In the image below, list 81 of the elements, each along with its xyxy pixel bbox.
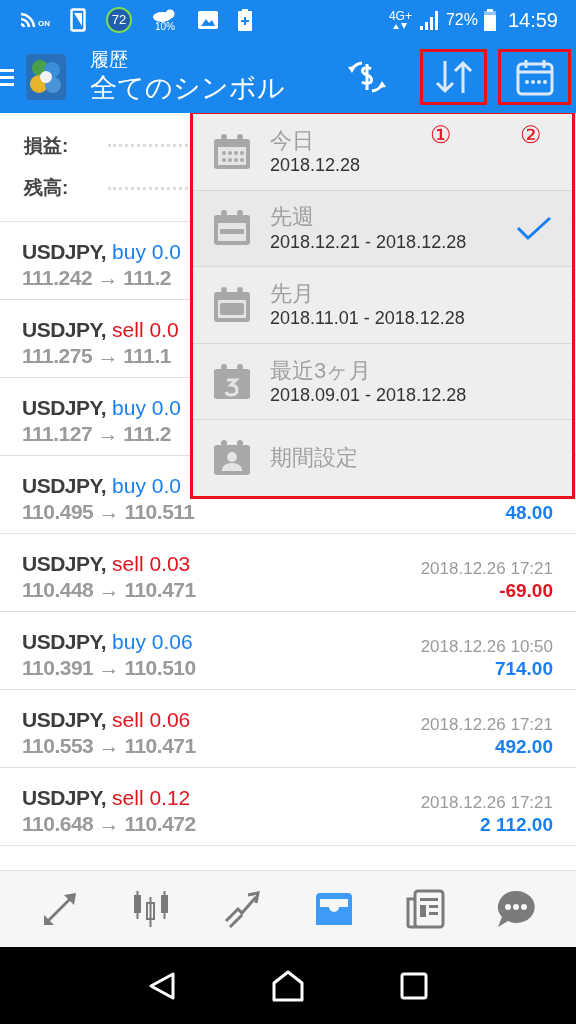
battery-icon [483,9,496,31]
price-range: 111.275 → 111.1 [22,342,172,369]
price-range: 110.448 → 110.471 [22,576,196,603]
battery-charging-icon [238,9,252,31]
battery-percent: 72% [445,10,478,30]
trend-arrow-icon[interactable] [222,889,263,929]
trade-side: sell 0.03 [112,550,191,577]
trade-symbol: USDJPY, [22,472,107,499]
clock: 14:59 [507,8,558,33]
price-range: 110.648 → 110.472 [22,810,196,837]
check-icon [516,215,552,242]
trade-symbol: USDJPY, [22,394,107,421]
network-type: 4G+ [388,10,412,22]
candlestick-icon[interactable] [131,889,171,929]
period-label: 期間設定 [270,444,358,472]
trade-time: 2018.12.26 10:50 [420,636,553,658]
screen-title: 全てのシンボル [90,71,285,105]
trade-profit: -69.00 [499,579,553,603]
signal-icon [417,10,440,30]
newspaper-icon[interactable] [404,889,445,929]
phone-icon [70,8,86,32]
home-icon[interactable] [272,969,304,1002]
period-range: 2018.12.28 [270,154,361,177]
trade-side: buy 0.0 [112,472,181,499]
price-range: 111.127 → 111.2 [22,420,172,447]
period-label: 今日 [270,126,315,155]
level-badge: 72 [106,7,132,33]
sort-button[interactable] [420,48,487,105]
summary-label: 残高: [24,176,70,200]
trade-profit: 48.00 [505,501,553,525]
period-range: 2018.12.21 - 2018.12.28 [270,230,467,254]
period-label: 先月 [270,280,315,308]
nfc-icon [18,10,38,30]
price-range: 110.495 → 110.511 [22,498,195,525]
menu-icon [0,67,14,86]
trade-time: 2018.12.26 17:21 [420,792,553,814]
recents-icon[interactable] [400,971,428,1000]
summary-label: 損益: [24,133,70,158]
menu-item[interactable]: 先週 2018.12.21 - 2018.12.28 [193,190,572,268]
trade-side: buy 0.06 [112,628,193,655]
trade-symbol: USDJPY, [22,706,107,733]
trade-symbol: USDJPY, [22,238,107,265]
annotation-number: ① [430,120,452,150]
trade-side: sell 0.06 [112,706,191,733]
price-range: 111.242 → 111.2 [22,264,172,291]
period-label: 先週 [270,203,315,231]
calendar-number-icon [212,362,252,401]
trade-time: 2018.12.26 17:21 [420,558,553,580]
trade-side: buy 0.0 [112,238,181,265]
calendar-block-icon [212,286,252,324]
calendar-bar-icon [212,209,252,248]
period-range: 2018.09.01 - 2018.12.28 [270,384,467,407]
price-range: 110.553 → 110.471 [22,732,196,759]
trade-side: sell 0.0 [112,316,179,343]
price-range: 110.391 → 110.510 [22,654,196,681]
nfc-label: ON [38,18,50,30]
chat-bubble-icon[interactable] [496,889,537,929]
back-icon[interactable] [148,970,176,1001]
annotation-number: ② [520,120,542,150]
trade-side: sell 0.12 [112,784,191,811]
trade-side: buy 0.0 [112,394,181,421]
period-range: 2018.11.01 - 2018.12.28 [270,307,465,330]
screen-subtitle: 履歴 [90,47,129,72]
trade-profit: 714.00 [494,657,553,681]
sort-icon [433,58,474,95]
calendar-person-icon [212,439,252,478]
calendar-button[interactable] [498,48,571,105]
trade-profit: 2 112.00 [480,813,553,837]
trade-profit: 492.00 [494,735,553,759]
trade-symbol: USDJPY, [22,316,107,343]
image-icon [198,11,218,29]
calendar-icon [514,57,555,96]
calendar-dots-icon [212,132,252,171]
app-logo[interactable] [26,53,66,100]
trade-time: 2018.12.26 17:21 [420,714,553,736]
weather-percent: 10% [155,22,175,32]
trade-symbol: USDJPY, [22,628,107,655]
data-arrows-icon [392,22,409,30]
period-label: 最近3ヶ月 [270,356,373,385]
trade-symbol: USDJPY, [22,550,107,577]
trade-symbol: USDJPY, [22,784,107,811]
